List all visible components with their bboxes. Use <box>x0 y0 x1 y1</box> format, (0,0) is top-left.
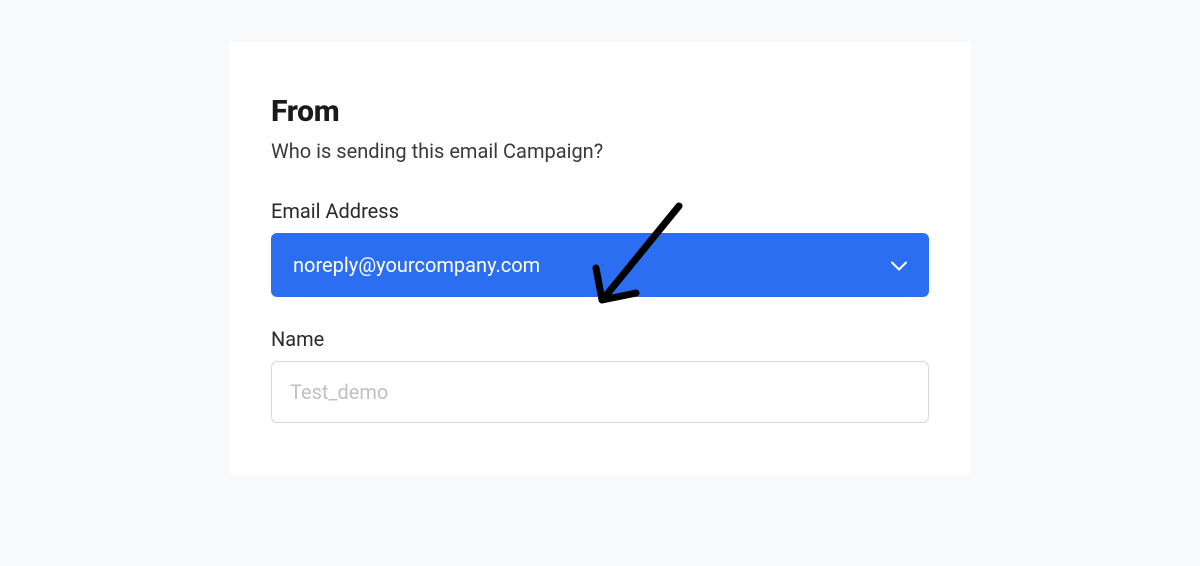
name-label: Name <box>271 327 929 351</box>
from-card: From Who is sending this email Campaign?… <box>229 42 971 475</box>
email-address-select[interactable]: noreply@yourcompany.com <box>271 233 929 297</box>
name-input[interactable] <box>271 361 929 423</box>
chevron-down-icon <box>891 256 907 275</box>
from-subtitle: Who is sending this email Campaign? <box>271 139 929 163</box>
email-address-value: noreply@yourcompany.com <box>293 253 540 277</box>
email-address-label: Email Address <box>271 199 929 223</box>
from-heading: From <box>271 94 929 129</box>
